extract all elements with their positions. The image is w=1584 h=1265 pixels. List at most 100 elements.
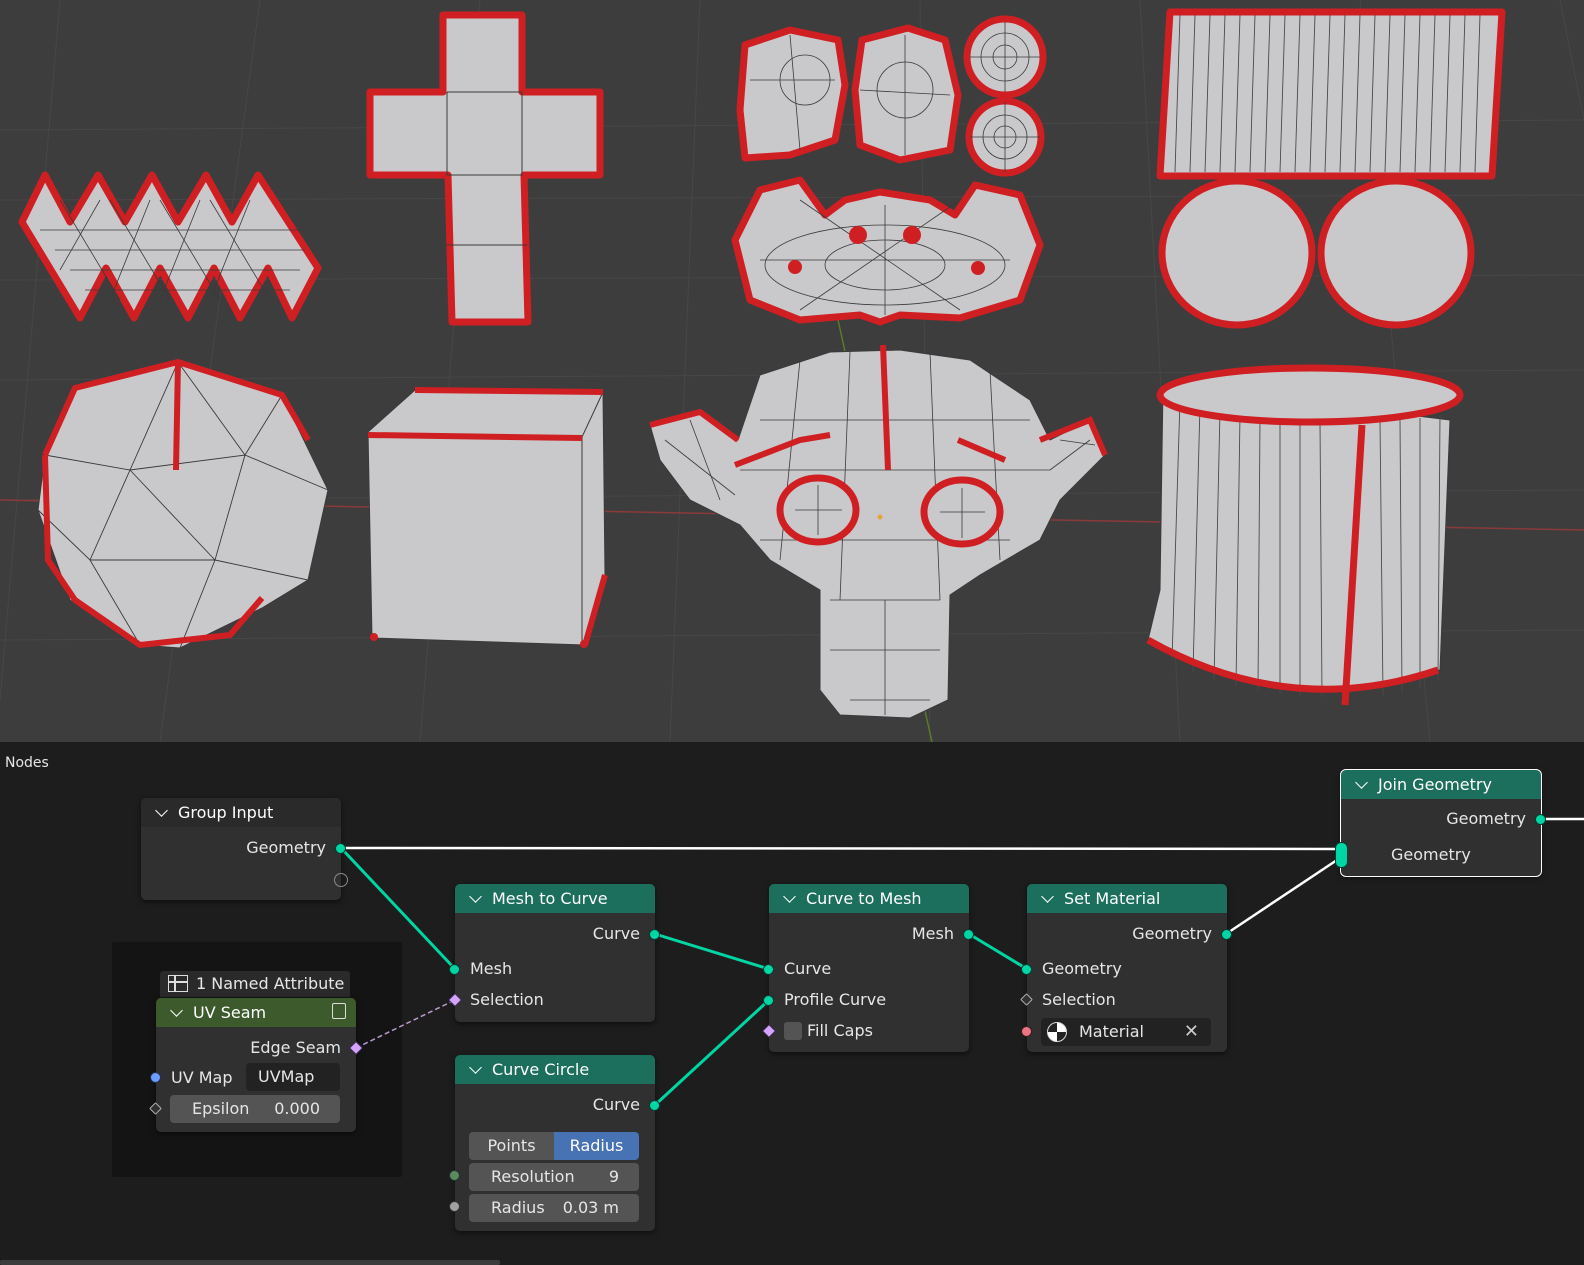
- curve-circle-output-label: Curve: [592, 1095, 640, 1114]
- join-geometry-header[interactable]: Join Geometry: [1341, 770, 1541, 799]
- uv-map-socket[interactable]: [150, 1072, 161, 1083]
- curve-to-mesh-output-label: Mesh: [911, 924, 954, 943]
- join-geometry-output-label: Geometry: [1446, 809, 1526, 828]
- resolution-field[interactable]: Resolution 9: [469, 1163, 639, 1191]
- curve-to-mesh-node[interactable]: Curve to Mesh Mesh Curve Profile Curve F…: [761, 884, 974, 1052]
- epsilon-label: Epsilon: [192, 1099, 250, 1118]
- mode-selector[interactable]: Points Radius: [469, 1132, 639, 1160]
- profile-curve-input-label: Profile Curve: [784, 990, 887, 1009]
- mesh-to-curve-header[interactable]: Mesh to Curve: [455, 884, 655, 913]
- group-input-title: Group Input: [178, 803, 274, 822]
- group-input-empty-socket[interactable]: [334, 873, 348, 887]
- join-geometry-node[interactable]: Join Geometry Geometry Geometry: [1335, 769, 1546, 877]
- radius-field[interactable]: Radius 0.03 m: [469, 1194, 639, 1222]
- named-attribute-header[interactable]: UV Seam: [156, 998, 356, 1027]
- join-geometry-output-socket[interactable]: [1535, 814, 1546, 825]
- named-attribute-tab[interactable]: 1 Named Attribute: [160, 971, 350, 997]
- link-circle-to-profile: [653, 998, 771, 1107]
- mesh-input-label: Mesh: [470, 959, 513, 978]
- chevron-down-icon[interactable]: [469, 889, 482, 903]
- mesh-to-curve-node[interactable]: Mesh to Curve Curve Mesh Selection: [447, 884, 660, 1022]
- 3d-viewport[interactable]: [0, 0, 1584, 742]
- profile-curve-input-socket[interactable]: [763, 995, 774, 1006]
- chevron-down-icon[interactable]: [469, 1060, 482, 1074]
- curve-circle-header[interactable]: Curve Circle: [455, 1055, 655, 1084]
- set-material-title: Set Material: [1064, 889, 1161, 908]
- link-curve-to-curve: [654, 932, 770, 971]
- epsilon-field[interactable]: Epsilon 0.000: [170, 1095, 340, 1123]
- mesh-to-curve-title: Mesh to Curve: [492, 889, 608, 908]
- link-geometry-to-mesh: [339, 846, 457, 971]
- curve-input-socket[interactable]: [763, 964, 774, 975]
- curve-to-mesh-output-socket[interactable]: [963, 929, 974, 940]
- group-input-geometry-socket[interactable]: [335, 843, 346, 854]
- radius-value: 0.03 m: [562, 1198, 619, 1217]
- close-icon[interactable]: ✕: [1184, 1018, 1199, 1046]
- curve-circle-title: Curve Circle: [492, 1060, 590, 1079]
- chevron-down-icon[interactable]: [170, 1003, 183, 1017]
- link-mesh-to-material: [968, 932, 1028, 971]
- cross-mesh: [366, 11, 604, 326]
- horizontal-scrollbar[interactable]: [0, 1260, 500, 1265]
- cylinder-uv-mesh: [1156, 8, 1506, 329]
- link-group-input-to-join: [340, 846, 1341, 851]
- uv-map-label: UV Map: [171, 1068, 233, 1087]
- material-label: Material: [1079, 1022, 1144, 1041]
- chevron-down-icon[interactable]: [783, 889, 796, 903]
- join-geometry-input-label: Geometry: [1391, 845, 1471, 864]
- mode-radius-option[interactable]: Radius: [554, 1132, 639, 1160]
- material-icon: [1047, 1022, 1067, 1042]
- group-input-header[interactable]: Group Input: [141, 798, 341, 827]
- selection-input-label: Selection: [470, 990, 544, 1009]
- chevron-down-icon[interactable]: [1041, 889, 1054, 903]
- material-socket[interactable]: [1021, 1026, 1032, 1037]
- node-editor[interactable]: Nodes Group Input Geometry 1 Named Attri…: [0, 742, 1584, 1265]
- viewport-scene: [0, 0, 1584, 742]
- set-material-output-socket[interactable]: [1221, 929, 1232, 940]
- fill-caps-checkbox[interactable]: [784, 1022, 802, 1040]
- group-input-node[interactable]: Group Input Geometry: [141, 798, 348, 900]
- named-attribute-tab-label: 1 Named Attribute: [196, 974, 345, 993]
- curve-to-mesh-header[interactable]: Curve to Mesh: [769, 884, 969, 913]
- icosphere-mesh: [37, 358, 329, 649]
- radius-socket[interactable]: [449, 1201, 460, 1212]
- set-material-output-label: Geometry: [1132, 924, 1212, 943]
- epsilon-value: 0.000: [274, 1099, 320, 1118]
- attribute-table-icon: [168, 975, 188, 992]
- data-copy-icon[interactable]: [332, 1003, 346, 1019]
- set-material-geometry-label: Geometry: [1042, 959, 1122, 978]
- fill-caps-label: Fill Caps: [807, 1021, 873, 1040]
- curve-to-mesh-title: Curve to Mesh: [806, 889, 922, 908]
- group-input-geometry-label: Geometry: [246, 838, 326, 857]
- radius-label: Radius: [491, 1198, 545, 1217]
- uv-islands-mesh: [731, 15, 1047, 326]
- set-material-selection-label: Selection: [1042, 990, 1116, 1009]
- set-material-node[interactable]: Set Material Geometry Geometry Selection…: [1020, 884, 1232, 1052]
- mesh-input-socket[interactable]: [449, 964, 460, 975]
- mode-points-option[interactable]: Points: [469, 1132, 554, 1160]
- curve-input-label: Curve: [784, 959, 832, 978]
- join-geometry-multi-input-socket[interactable]: [1335, 842, 1348, 868]
- link-material-to-join: [1225, 856, 1341, 936]
- curve-circle-node[interactable]: Curve Circle Curve Points Radius Resolut…: [449, 1055, 660, 1231]
- mesh-to-curve-output-label: Curve: [592, 924, 640, 943]
- link-seam-to-selection: [355, 999, 456, 1049]
- curve-circle-output-socket[interactable]: [649, 1100, 660, 1111]
- cube-mesh: [367, 387, 608, 648]
- zigzag-mesh: [18, 171, 322, 322]
- named-attribute-node[interactable]: UV Seam Edge Seam UV Map UVMap Epsilon 0…: [149, 998, 364, 1132]
- set-material-header[interactable]: Set Material: [1027, 884, 1227, 913]
- set-material-geometry-socket[interactable]: [1021, 964, 1032, 975]
- suzanne-mesh: [649, 344, 1108, 719]
- resolution-label: Resolution: [491, 1167, 575, 1186]
- resolution-socket[interactable]: [449, 1170, 460, 1181]
- chevron-down-icon[interactable]: [1355, 775, 1368, 789]
- uv-map-field[interactable]: UVMap: [246, 1063, 340, 1091]
- mesh-to-curve-output-socket[interactable]: [649, 929, 660, 940]
- material-field[interactable]: Material ✕: [1041, 1018, 1211, 1046]
- resolution-value: 9: [608, 1167, 619, 1186]
- chevron-down-icon[interactable]: [155, 803, 168, 817]
- named-attribute-title: UV Seam: [193, 1003, 267, 1022]
- cylinder-mesh: [1146, 364, 1464, 706]
- join-geometry-title: Join Geometry: [1378, 775, 1492, 794]
